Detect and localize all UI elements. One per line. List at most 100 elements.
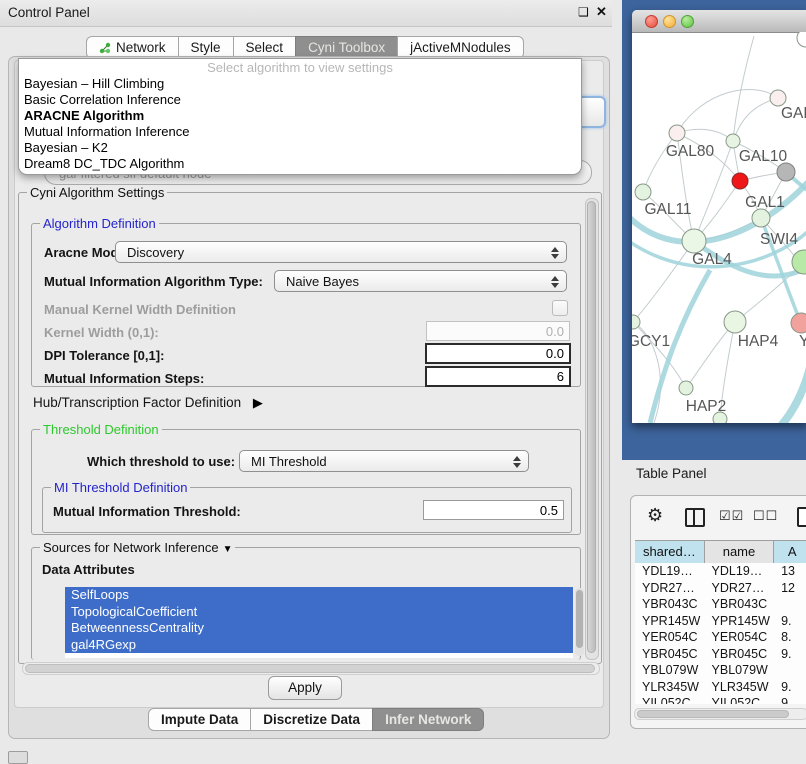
graph-node[interactable] (669, 125, 685, 141)
zoom-button[interactable] (681, 15, 694, 28)
table-row[interactable]: YIL052CYIL052C9. (635, 695, 806, 704)
algorithm-option[interactable]: ARACNE Algorithm (19, 108, 581, 124)
export-table-icon[interactable] (797, 507, 806, 527)
column-header[interactable]: name (705, 541, 775, 563)
show-columns-icon[interactable] (685, 508, 705, 527)
graph-edge[interactable] (643, 133, 677, 192)
attribute-item[interactable]: TopologicalCoefficient (65, 604, 573, 621)
close-button[interactable] (645, 15, 658, 28)
node-label: HAP2 (686, 398, 727, 415)
mi-steps-label: Mutual Information Steps: (44, 371, 204, 386)
graph-node[interactable] (792, 250, 806, 274)
kernel-width-input[interactable] (426, 321, 570, 341)
graph-node[interactable] (797, 32, 806, 47)
expand-arrow-icon[interactable]: ▶ (253, 395, 263, 411)
table-cell: YLR345W (635, 679, 705, 696)
table-cell: YDR27… (635, 580, 705, 597)
mi-type-value: Naive Bayes (286, 274, 359, 289)
tab-infer-network[interactable]: Infer Network (372, 708, 484, 731)
collapse-arrow-icon[interactable]: ▼ (223, 544, 233, 555)
graph-node[interactable] (682, 229, 706, 253)
algorithm-option[interactable]: Dream8 DC_TDC Algorithm (19, 156, 581, 172)
graph-node[interactable] (635, 184, 651, 200)
data-attributes-label: Data Attributes (42, 562, 135, 577)
network-graph-canvas[interactable]: GALGAL80GAL10GAL11GAL1SWI4GAL4GCY1HAP4YH… (632, 32, 806, 423)
dpi-tolerance-input[interactable] (425, 343, 571, 364)
algorithm-definition-group: Algorithm Definition Aracne Mode: Discov… (31, 223, 581, 387)
graph-edge[interactable] (677, 89, 778, 133)
graph-node[interactable] (732, 173, 748, 189)
combo-stepper-icon (551, 246, 559, 260)
table-row[interactable]: YPR145WYPR145W9. (635, 613, 806, 630)
settings-vertical-scrollbar[interactable] (585, 198, 599, 660)
table-row[interactable]: YBL079WYBL079W (635, 662, 806, 679)
hub-definition-label: Hub/Transcription Factor Definition (33, 395, 241, 410)
sources-group-title[interactable]: Sources for Network Inference▼ (40, 540, 235, 555)
mi-threshold-group-title: MI Threshold Definition (51, 480, 190, 495)
algorithm-option[interactable]: Mutual Information Inference (19, 124, 581, 140)
tab-label: Select (246, 37, 284, 58)
dpi-tolerance-label: DPI Tolerance [0,1]: (44, 348, 164, 363)
graph-node[interactable] (632, 315, 640, 329)
unselect-all-columns-icon[interactable]: ☐☐ (753, 508, 778, 524)
graph-edge[interactable] (686, 322, 735, 388)
settings-horizontal-thumb[interactable] (25, 664, 595, 673)
sources-group: Sources for Network Inference▼ Data Attr… (31, 547, 581, 660)
algorithm-option[interactable]: Bayesian – K2 (19, 140, 581, 156)
graph-edge[interactable] (633, 241, 694, 322)
settings-horizontal-scrollbar[interactable] (22, 662, 600, 675)
minimize-button[interactable] (663, 15, 676, 28)
graph-edge[interactable] (677, 129, 733, 141)
table-cell: YER054C (635, 629, 705, 646)
tab-impute-data[interactable]: Impute Data (148, 708, 251, 731)
bottom-left-chip[interactable] (8, 751, 28, 764)
cyni-bottom-tabs: Impute DataDiscretize DataInfer Network (148, 708, 484, 730)
graph-edge[interactable] (733, 98, 778, 141)
aracne-mode-combo[interactable]: Discovery (115, 241, 567, 263)
algorithm-option[interactable]: Basic Correlation Inference (19, 92, 581, 108)
manual-kernel-checkbox[interactable] (552, 300, 568, 316)
graph-edge[interactable] (780, 354, 806, 423)
apply-button[interactable]: Apply (268, 676, 342, 700)
table-horizontal-thumb[interactable] (637, 710, 789, 718)
network-window-titlebar[interactable] (632, 10, 806, 33)
combo-stepper-icon (551, 275, 559, 289)
column-header[interactable]: shared… (635, 541, 705, 563)
graph-node[interactable] (791, 313, 806, 333)
graph-node[interactable] (724, 311, 746, 333)
graph-node[interactable] (770, 90, 786, 106)
attributes-scroll-thumb[interactable] (576, 590, 583, 648)
mi-type-combo[interactable]: Naive Bayes (274, 270, 567, 292)
tab-discretize-data[interactable]: Discretize Data (250, 708, 373, 731)
mi-steps-input[interactable] (425, 366, 571, 387)
hub-definition-expander[interactable]: Hub/Transcription Factor Definition ▶ (33, 395, 263, 411)
select-all-columns-icon[interactable]: ☑☑ (719, 508, 744, 524)
attributes-scrollbar[interactable] (575, 588, 584, 656)
graph-node[interactable] (726, 134, 740, 148)
column-header[interactable]: A (774, 541, 806, 563)
close-icon[interactable]: ✕ (596, 4, 607, 20)
attribute-item[interactable]: SelfLoops (65, 587, 573, 604)
attribute-item[interactable]: gal4RGexp (65, 637, 573, 654)
control-panel-titlebar[interactable]: Control Panel ❑ ✕ (0, 0, 612, 27)
which-threshold-combo[interactable]: MI Threshold (239, 450, 529, 472)
settings-vertical-thumb[interactable] (587, 201, 596, 653)
gear-icon[interactable]: ⚙ (647, 505, 663, 526)
table-row[interactable]: YDR27…YDR27…12 (635, 580, 806, 597)
table-row[interactable]: YLR345WYLR345W9. (635, 679, 806, 696)
table-row[interactable]: YER054CYER054C8. (635, 629, 806, 646)
graph-node[interactable] (679, 381, 693, 395)
graph-node[interactable] (752, 209, 770, 227)
settings-group-title: Cyni Algorithm Settings (27, 185, 167, 200)
table-row[interactable]: YBR043CYBR043C (635, 596, 806, 613)
algorithm-option[interactable]: Bayesian – Hill Climbing (19, 76, 581, 92)
node-label: GAL4 (692, 251, 732, 268)
attribute-item[interactable]: BetweennessCentrality (65, 620, 573, 637)
table-row[interactable]: YDL19…YDL19…13 (635, 563, 806, 580)
graph-edge[interactable] (733, 36, 754, 141)
table-row[interactable]: YBR045CYBR045C9. (635, 646, 806, 663)
table-horizontal-scrollbar[interactable] (634, 708, 806, 720)
control-panel-title: Control Panel (8, 5, 90, 20)
graph-node[interactable] (777, 163, 795, 181)
mi-threshold-input[interactable] (423, 500, 564, 520)
